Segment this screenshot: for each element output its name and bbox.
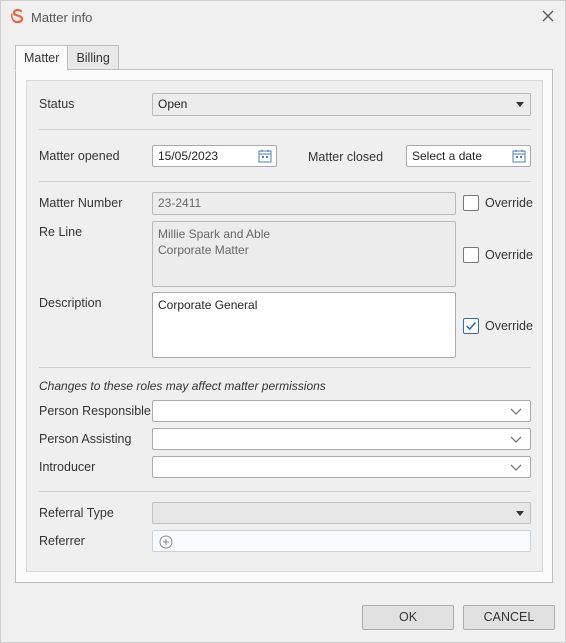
matter-info-dialog: Matter info Matter Billing Status Open M… [0, 0, 566, 643]
chevron-down-icon [510, 436, 522, 443]
re-line-override-checkbox[interactable]: Override [463, 247, 533, 263]
app-logo-icon [11, 8, 24, 24]
matter-number-field[interactable]: 23-2411 [152, 192, 456, 215]
checkbox[interactable] [463, 195, 479, 211]
divider [39, 181, 531, 182]
window-title: Matter info [31, 10, 93, 25]
description-override-checkbox[interactable]: Override [463, 318, 533, 334]
checkbox[interactable] [463, 247, 479, 263]
matter-closed-placeholder: Select a date [412, 149, 483, 163]
checkmark-icon [466, 321, 476, 331]
form-container: Status Open Matter opened 15/05/2023 Mat… [26, 80, 543, 572]
re-line-text-1: Millie Spark and Able [158, 227, 271, 241]
tab-matter[interactable]: Matter [15, 45, 69, 71]
dropdown-arrow-icon [516, 102, 524, 107]
description-label: Description [39, 296, 102, 310]
title-bar: Matter info [1, 1, 565, 33]
matter-number-override-checkbox[interactable]: Override [463, 195, 533, 211]
matter-closed-date-field[interactable]: Select a date [406, 145, 531, 167]
referrer-field[interactable] [152, 530, 531, 552]
chevron-down-icon [510, 464, 522, 471]
person-assisting-label: Person Assisting [39, 432, 132, 446]
override-label: Override [485, 319, 533, 333]
close-icon[interactable] [539, 7, 557, 25]
chevron-down-icon [510, 408, 522, 415]
tab-panel: Status Open Matter opened 15/05/2023 Mat… [15, 69, 553, 583]
roles-note: Changes to these roles may affect matter… [39, 379, 326, 393]
divider [39, 129, 531, 130]
override-label: Override [485, 196, 533, 210]
calendar-icon[interactable] [512, 149, 526, 163]
person-assisting-select[interactable] [152, 428, 531, 450]
status-label: Status [39, 97, 75, 111]
re-line-label: Re Line [39, 225, 83, 239]
matter-number-label: Matter Number [39, 196, 123, 210]
override-label: Override [485, 248, 533, 262]
referrer-label: Referrer [39, 534, 85, 548]
checkbox[interactable] [463, 318, 479, 334]
divider [39, 491, 531, 492]
matter-closed-label: Matter closed [308, 150, 384, 164]
referral-type-select[interactable] [152, 502, 531, 524]
matter-opened-date-field[interactable]: 15/05/2023 [152, 145, 277, 167]
description-field[interactable]: Corporate General [152, 292, 456, 358]
status-value: Open [158, 97, 188, 111]
dropdown-arrow-icon [516, 511, 524, 516]
add-circle-icon[interactable] [159, 535, 173, 549]
calendar-icon[interactable] [258, 149, 272, 163]
person-responsible-label: Person Responsible [39, 404, 151, 418]
ok-button[interactable]: OK [362, 605, 454, 630]
person-responsible-select[interactable] [152, 400, 531, 422]
cancel-button[interactable]: CANCEL [463, 605, 555, 630]
introducer-label: Introducer [39, 460, 96, 474]
tab-billing[interactable]: Billing [68, 45, 119, 70]
matter-opened-value: 15/05/2023 [158, 149, 219, 163]
referral-type-label: Referral Type [39, 506, 114, 520]
re-line-field[interactable]: Millie Spark and Able Corporate Matter [152, 221, 456, 287]
tab-bar: Matter Billing [15, 45, 119, 71]
matter-opened-label: Matter opened [39, 149, 120, 163]
re-line-text-2: Corporate Matter [158, 243, 249, 257]
divider [39, 367, 531, 368]
status-select[interactable]: Open [152, 93, 531, 116]
description-value: Corporate General [158, 298, 258, 312]
matter-number-value: 23-2411 [158, 196, 202, 210]
introducer-select[interactable] [152, 456, 531, 478]
